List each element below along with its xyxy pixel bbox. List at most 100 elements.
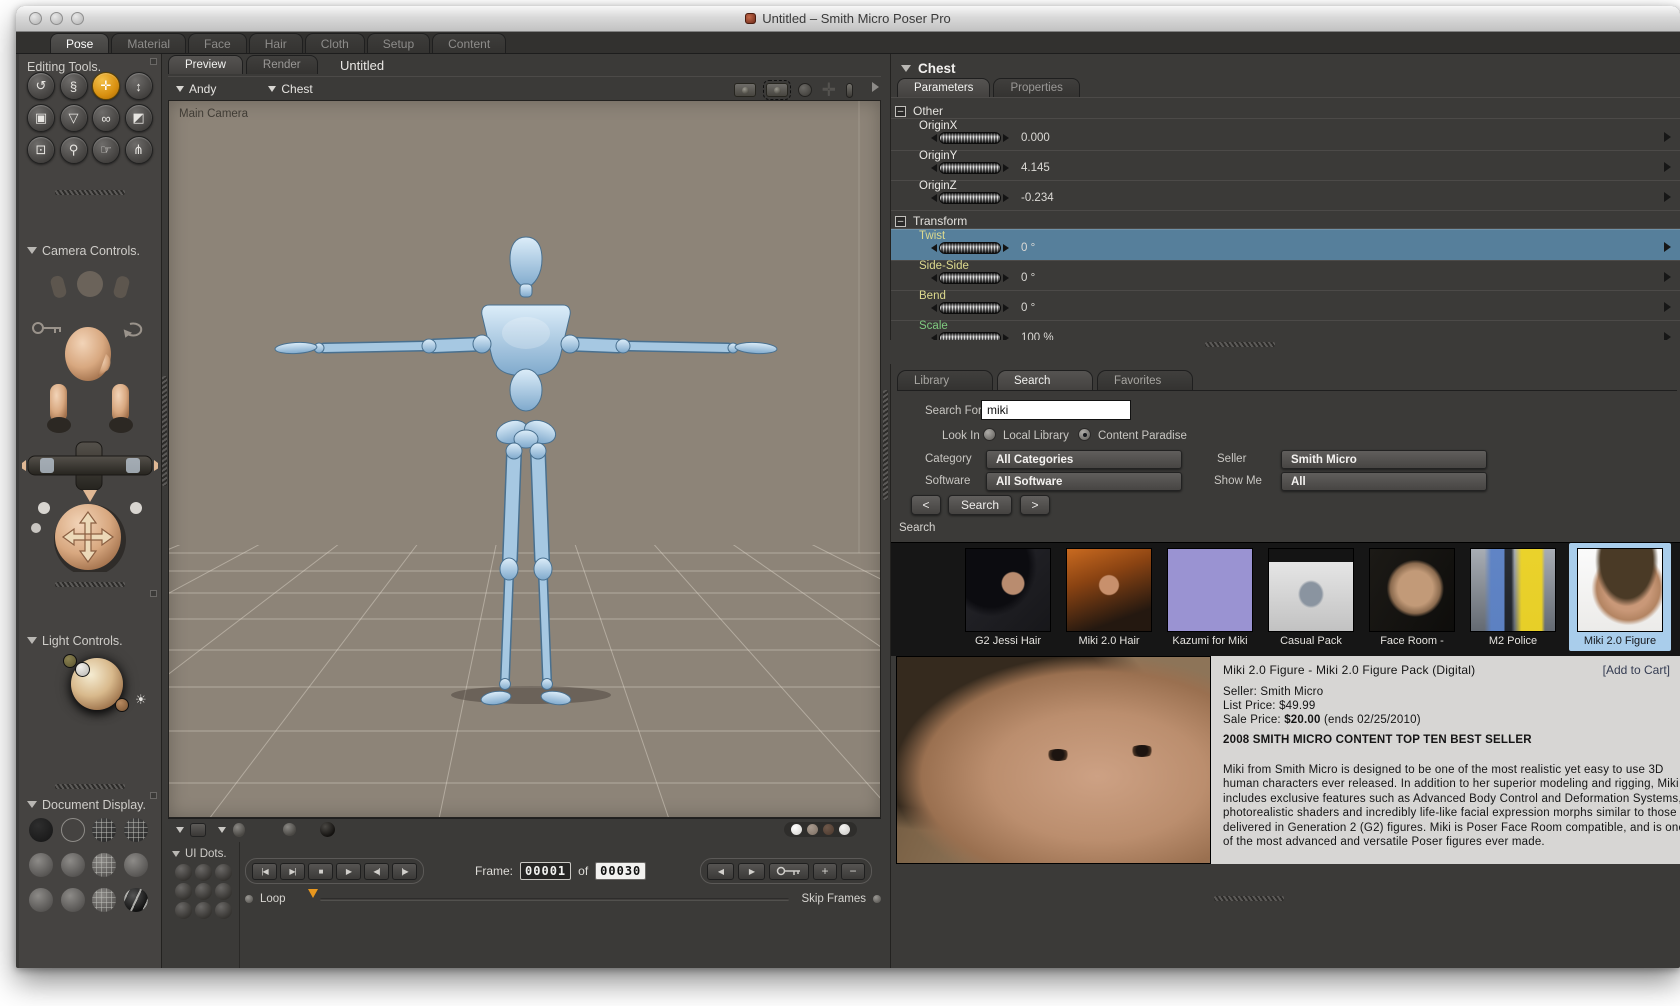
close-window-button[interactable] [29, 12, 42, 25]
direct-manipulation-tool-button[interactable]: ⋔ [124, 136, 153, 164]
dial-knob[interactable] [939, 302, 1001, 314]
minimize-window-button[interactable] [50, 12, 63, 25]
first-frame-button[interactable]: |◀ [252, 862, 277, 880]
search-input[interactable] [981, 400, 1131, 420]
display-flatshaded-button[interactable] [60, 853, 85, 877]
delete-keyframe-button[interactable]: − [841, 862, 865, 880]
result-casual-pack[interactable]: Casual Pack [1266, 543, 1356, 647]
group-transform[interactable]: – Transform [895, 214, 967, 228]
ui-dot[interactable] [195, 902, 212, 919]
result-kazumi-for-miki[interactable]: Kazumi for Miki [1165, 543, 1255, 647]
zoom-window-button[interactable] [71, 12, 84, 25]
seller-dropdown[interactable]: Smith Micro [1281, 450, 1487, 469]
figure-selector[interactable]: Andy [176, 81, 216, 96]
collapse-box-icon[interactable]: – [895, 105, 906, 117]
loop-indicator-dot[interactable] [245, 895, 253, 903]
result-face-room[interactable]: Face Room - [1367, 543, 1457, 647]
dial-left-arrow-icon[interactable] [927, 334, 937, 340]
ui-dots-title[interactable]: UI Dots. [172, 846, 227, 861]
move-cross-control[interactable] [22, 441, 158, 502]
camera-select-icon[interactable] [762, 80, 791, 100]
display-wireframe-button[interactable] [92, 818, 116, 842]
next-page-button[interactable]: > [1020, 495, 1050, 515]
light-controls-title[interactable]: Light Controls. [27, 632, 123, 649]
scale-dial[interactable]: 100 % [927, 332, 1054, 340]
camera-dot-4[interactable] [839, 824, 850, 835]
view-magnifier-tool-button[interactable]: ⚲ [59, 136, 88, 164]
light-3-dot[interactable] [115, 698, 129, 712]
ui-dot[interactable] [175, 883, 192, 900]
scale-capsule-icon[interactable] [846, 82, 853, 98]
camera-controls-title[interactable]: Camera Controls. [27, 242, 140, 259]
stop-button[interactable]: ■ [308, 862, 333, 880]
tab-search[interactable]: Search [997, 370, 1093, 390]
dial-left-arrow-icon[interactable] [927, 244, 937, 252]
dial-right-arrow-icon[interactable] [1003, 334, 1013, 340]
group-other[interactable]: – Other [895, 104, 943, 118]
dial-knob[interactable] [939, 132, 1001, 144]
tab-material[interactable]: Material [111, 33, 187, 53]
collapse-box-icon[interactable]: – [895, 215, 906, 227]
timeline-position-marker[interactable] [307, 889, 318, 903]
twist-tool-button[interactable]: § [59, 72, 88, 100]
ui-dot[interactable] [195, 864, 212, 881]
result-miki-20-figure[interactable]: Miki 2.0 Figure [1569, 543, 1671, 651]
right-hand-camera-icon[interactable] [112, 275, 130, 300]
head-camera-control[interactable] [65, 327, 111, 381]
result-g2-jessi-hair[interactable]: G2 Jessi Hair [963, 543, 1053, 647]
face-camera-icon[interactable] [77, 271, 103, 297]
tab-library[interactable]: Library [897, 370, 993, 390]
dial-right-arrow-icon[interactable] [1003, 244, 1013, 252]
display-cartoon-button[interactable] [123, 853, 148, 877]
panel-collapse-arrow[interactable] [872, 82, 884, 92]
dial-right-arrow-icon[interactable] [1003, 274, 1013, 282]
andy-figure[interactable] [274, 236, 778, 707]
ui-dot[interactable] [195, 883, 212, 900]
sideside-dial[interactable]: 0 ° [927, 272, 1035, 284]
ui-dot[interactable] [175, 864, 192, 881]
dial-left-arrow-icon[interactable] [927, 134, 937, 142]
total-frames-field[interactable]: 00030 [595, 862, 647, 880]
param-menu-arrow[interactable] [1664, 192, 1676, 202]
panel-detach-icon[interactable] [150, 792, 157, 799]
morphing-tool-button[interactable]: ☞ [92, 136, 120, 164]
current-frame-field[interactable]: 00001 [520, 862, 572, 880]
tab-parameters[interactable]: Parameters [897, 78, 991, 97]
chain-break-tool-button[interactable]: ∞ [92, 104, 120, 132]
bend-dial[interactable]: 0 ° [927, 302, 1035, 314]
search-button[interactable]: Search [948, 495, 1012, 515]
depth-cue-box[interactable] [190, 822, 206, 837]
document-display-title[interactable]: Document Display. [27, 796, 146, 813]
dropdown-triangle-icon[interactable] [176, 826, 184, 837]
dial-knob[interactable] [939, 272, 1001, 284]
trackball-control[interactable] [31, 502, 142, 572]
tab-favorites[interactable]: Favorites [1097, 370, 1193, 390]
show-me-dropdown[interactable]: All [1281, 472, 1487, 491]
display-outline-button[interactable] [60, 818, 85, 842]
dial-right-arrow-icon[interactable] [1003, 164, 1013, 172]
tab-properties[interactable]: Properties [993, 78, 1080, 97]
content-paradise-radio-label[interactable]: Content Paradise [1098, 430, 1187, 442]
category-dropdown[interactable]: All Categories [986, 450, 1182, 469]
param-menu-arrow[interactable] [1664, 302, 1676, 312]
result-m2-police[interactable]: M2 Police [1468, 543, 1558, 647]
prev-page-button[interactable]: < [911, 495, 941, 515]
add-keyframe-button[interactable]: + [813, 862, 837, 880]
skip-frames-dot[interactable] [873, 895, 881, 903]
originx-dial[interactable]: 0.000 [927, 132, 1050, 144]
tab-face[interactable]: Face [188, 33, 247, 53]
scale-tool-button[interactable]: ▣ [27, 104, 55, 132]
dial-knob[interactable] [939, 332, 1001, 340]
3d-viewport[interactable]: Main Camera [168, 100, 881, 818]
display-litwireframe-button[interactable] [29, 853, 53, 877]
tab-preview[interactable]: Preview [168, 55, 243, 74]
panel-resize-handle[interactable] [55, 784, 125, 789]
display-textureshaded-button[interactable] [123, 888, 148, 912]
color-tool-button[interactable]: ◩ [124, 104, 153, 132]
light-2-dot[interactable] [75, 662, 90, 677]
display-smoothshaded-button[interactable] [60, 888, 85, 912]
dial-left-arrow-icon[interactable] [927, 274, 937, 282]
display-hiddenline-button[interactable] [123, 818, 148, 842]
step-forward-button[interactable]: |▶ [392, 862, 417, 880]
vertical-resize-handle[interactable] [883, 390, 888, 500]
